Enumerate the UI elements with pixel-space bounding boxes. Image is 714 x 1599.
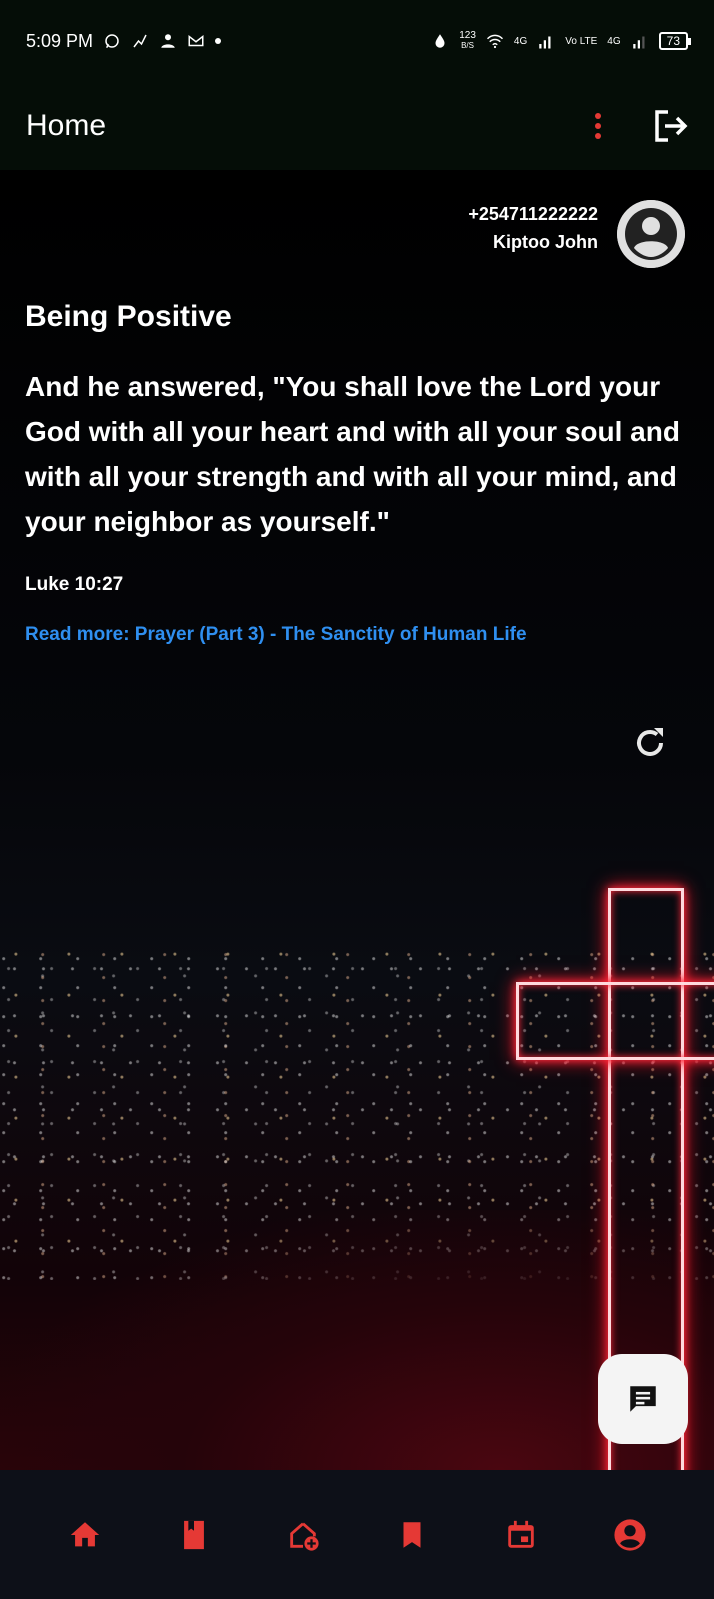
nav-bookmark[interactable] [392, 1515, 432, 1555]
more-vert-icon[interactable] [592, 111, 604, 141]
verse-reference: Luke 10:27 [25, 574, 124, 595]
signal-icon [539, 36, 551, 49]
avatar[interactable] [617, 200, 685, 268]
read-more-link[interactable]: Read more: Prayer (Part 3) - The Sanctit… [25, 624, 685, 646]
network-2: Vo LTE [565, 35, 598, 47]
user-info: +254711222222 Kiptoo John [468, 200, 598, 256]
wifi-icon [486, 34, 503, 49]
nav-account[interactable] [610, 1515, 650, 1555]
user-name: Kiptoo John [493, 232, 598, 252]
neon-cross-horizontal [516, 982, 714, 1060]
devotion-verse: And he answered, "You shall love the Lor… [25, 371, 680, 537]
page-title: Home [26, 109, 107, 142]
account-icon [613, 1518, 646, 1551]
devotion-card: Being Positive And he answered, "You sha… [25, 300, 685, 646]
logout-icon[interactable] [652, 109, 688, 143]
chat-icon [630, 1386, 656, 1412]
activity-icon [133, 34, 147, 48]
data-saver-icon [435, 34, 445, 48]
people-icon [161, 34, 175, 48]
refresh-icon[interactable] [632, 725, 668, 761]
nav-home[interactable] [65, 1515, 105, 1555]
nav-book[interactable] [174, 1515, 214, 1555]
bottom-navigation [0, 1470, 714, 1599]
book-icon [183, 1520, 204, 1549]
bookmark-icon [403, 1521, 420, 1548]
add-home-icon [289, 1522, 319, 1551]
data-speed: 123 B/S [459, 30, 476, 51]
battery-indicator: 73 [658, 32, 692, 50]
network-3: 4G [607, 35, 621, 47]
notification-dot-icon [215, 38, 222, 44]
gmail-icon [188, 34, 204, 47]
person-icon [617, 200, 685, 268]
home-icon [70, 1521, 99, 1546]
network-1: 4G [513, 35, 528, 47]
status-bar: 5:09 PM 123 B/S 4G Vo LTE 4G 73 [0, 0, 714, 82]
status-time: 5:09 PM [26, 30, 94, 51]
devotion-title: Being Positive [25, 300, 232, 333]
app-bar: Home [0, 82, 714, 170]
whatsapp-icon [105, 34, 119, 49]
nav-calendar[interactable] [501, 1515, 541, 1555]
calendar-icon [507, 1520, 534, 1548]
user-phone: +254711222222 [468, 204, 598, 224]
signal-2-icon [632, 36, 645, 49]
chat-fab-button[interactable] [598, 1354, 688, 1444]
nav-add-home[interactable] [283, 1515, 323, 1555]
